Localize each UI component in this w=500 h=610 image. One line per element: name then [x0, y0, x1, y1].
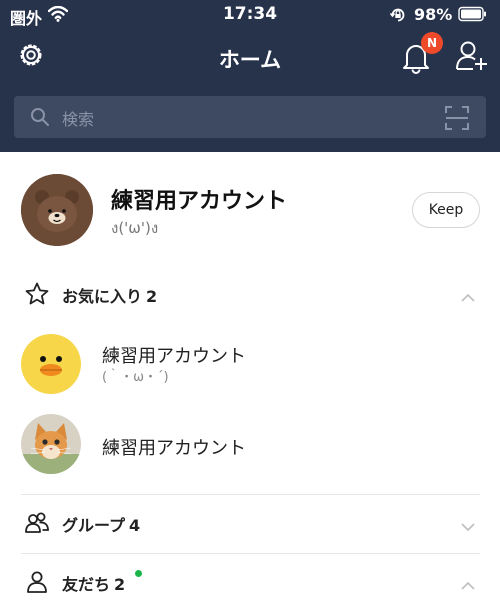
new-indicator-dot: [135, 570, 142, 577]
section-favorites[interactable]: お気に入り 2: [0, 266, 500, 324]
person-icon: [24, 569, 50, 599]
friend-name: 練習用アカウント: [102, 346, 246, 367]
battery-icon: [458, 6, 488, 26]
friend-status-message: (｀・ω・´): [102, 370, 169, 385]
profile-status-message: ง('ω')ง: [111, 219, 159, 237]
section-friends[interactable]: 友だち 2: [0, 554, 500, 610]
rotation-lock-icon: [389, 6, 407, 28]
group-icon: [24, 510, 50, 540]
chevron-up-icon[interactable]: [460, 576, 476, 595]
section-groups-label: グループ 4: [62, 512, 140, 536]
search-bar[interactable]: 検索: [14, 96, 486, 138]
chevron-down-icon[interactable]: [460, 517, 476, 536]
profile-avatar[interactable]: [21, 174, 93, 246]
star-icon: [24, 281, 50, 311]
friend-avatar: [21, 334, 81, 394]
section-groups[interactable]: グループ 4: [0, 495, 500, 553]
favorites-count: 2: [146, 287, 158, 306]
list-item[interactable]: 練習用アカウント (｀・ω・´): [0, 320, 500, 408]
groups-count: 4: [129, 516, 141, 535]
friend-name: 練習用アカウント: [102, 438, 246, 459]
search-icon: [30, 107, 50, 131]
friends-count: 2: [114, 575, 126, 594]
notification-badge: N: [421, 32, 443, 54]
friend-avatar: [21, 414, 81, 474]
nav-bar: ホーム N: [0, 30, 500, 88]
profile-name: 練習用アカウント: [111, 189, 288, 214]
friends-title: 友だち: [62, 575, 111, 594]
status-bar: 圏外 17:34 98%: [0, 0, 500, 30]
qr-scan-icon[interactable]: [444, 105, 470, 135]
header: 圏外 17:34 98% ホーム N 検索: [0, 0, 500, 152]
groups-title: グループ: [62, 516, 126, 535]
list-item[interactable]: 練習用アカウント: [0, 400, 500, 488]
favorites-title: お気に入り: [62, 287, 143, 306]
chevron-up-icon[interactable]: [460, 288, 476, 307]
add-friend-icon[interactable]: [455, 39, 489, 75]
my-profile[interactable]: 練習用アカウント ง('ω')ง Keep: [0, 152, 500, 262]
battery-percent: 98%: [414, 5, 453, 24]
search-placeholder: 検索: [62, 110, 95, 129]
keep-button[interactable]: Keep: [412, 192, 480, 228]
section-favorites-label: お気に入り 2: [62, 283, 157, 307]
section-friends-label: 友だち 2: [62, 571, 125, 595]
